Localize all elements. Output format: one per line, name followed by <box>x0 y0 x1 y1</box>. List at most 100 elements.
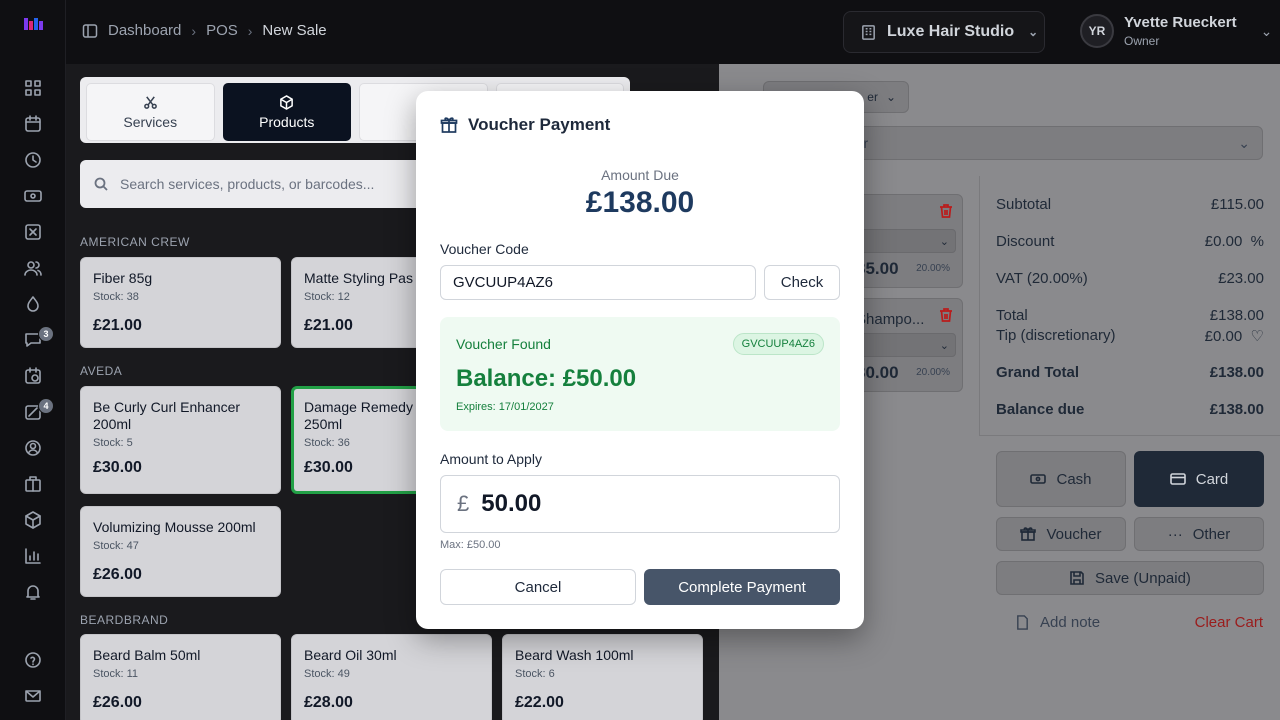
save-unpaid-button[interactable]: Save (Unpaid) <box>996 561 1264 595</box>
grand-total-value: £138.00 <box>1209 364 1264 381</box>
schedule-icon[interactable] <box>24 367 42 385</box>
account-icon[interactable] <box>24 439 42 457</box>
sidebar-toggle-icon[interactable] <box>82 23 98 39</box>
user-name: Yvette Rueckert <box>1124 14 1237 31</box>
voucher-button[interactable]: Voucher <box>996 517 1126 551</box>
dialog-title: Voucher Payment <box>440 115 610 135</box>
voucher-code-input[interactable] <box>440 265 756 300</box>
breadcrumb: Dashboard › POS › New Sale <box>82 22 327 39</box>
save-icon <box>1070 571 1084 585</box>
clear-cart-button[interactable]: Clear Cart <box>1195 614 1263 631</box>
voucher-balance: Balance: £50.00 <box>456 365 637 392</box>
staff-select[interactable]: ⌄ <box>856 333 956 357</box>
dashboard-icon[interactable] <box>24 79 42 97</box>
subtotal-value: £115.00 <box>1210 196 1264 213</box>
cart-item-name: Shampo... <box>856 311 925 328</box>
other-payment-button[interactable]: ··· Other <box>1134 517 1264 551</box>
category-heading: BEARDBRAND <box>80 613 169 627</box>
search-input[interactable]: Search services, products, or barcodes..… <box>120 176 374 192</box>
reports-icon[interactable] <box>24 547 42 565</box>
product-stock: Stock: 47 <box>93 540 139 552</box>
add-note-button[interactable]: Add note <box>1015 614 1100 631</box>
product-card[interactable]: Be Curly Curl Enhancer 200ml Stock: 5 £3… <box>80 386 281 494</box>
cash-button[interactable]: Cash <box>996 451 1126 507</box>
complete-payment-button[interactable]: Complete Payment <box>644 569 840 605</box>
other-label: Other <box>1192 525 1231 543</box>
grand-total-label: Grand Total <box>996 364 1080 381</box>
help-icon[interactable] <box>24 651 42 669</box>
discount-label: Discount <box>996 233 1055 250</box>
percent-icon[interactable]: % <box>1251 233 1264 250</box>
chevron-down-icon: ⌄ <box>1028 25 1039 39</box>
box-icon[interactable] <box>24 511 42 529</box>
cancel-button[interactable]: Cancel <box>440 569 636 605</box>
grand-total-row: Grand Total £138.00 <box>996 364 1264 381</box>
product-card[interactable]: Volumizing Mousse 200ml Stock: 47 £26.00 <box>80 506 281 597</box>
scissors-icon <box>143 95 157 109</box>
trash-icon[interactable] <box>938 203 954 219</box>
product-card[interactable]: Fiber 85g Stock: 38 £21.00 <box>80 257 281 348</box>
search-icon <box>94 177 108 191</box>
calendar-icon[interactable] <box>24 115 42 133</box>
product-name: Beard Wash 100ml <box>515 647 634 663</box>
cash-label: Cash <box>1056 470 1092 488</box>
check-voucher-button[interactable]: Check <box>764 265 840 300</box>
add-note-label: Add note <box>1040 614 1101 631</box>
studio-name: Luxe Hair Studio <box>887 23 1015 40</box>
breadcrumb-pos[interactable]: POS <box>206 22 238 39</box>
cash-icon[interactable] <box>24 187 42 205</box>
tip-row[interactable]: Tip (discretionary) £0.00 ♡ <box>996 327 1264 345</box>
product-name: Volumizing Mousse 200ml <box>93 519 256 535</box>
chevron-down-icon: ⌄ <box>1260 22 1273 39</box>
product-card[interactable]: Beard Balm 50ml Stock: 11 £26.00 <box>80 634 281 720</box>
trash-icon[interactable] <box>938 307 954 323</box>
balance-due-row: Balance due £138.00 <box>996 401 1264 418</box>
studio-selector[interactable]: Luxe Hair Studio ⌄ <box>843 11 1045 53</box>
tab-services[interactable]: Services <box>86 83 215 141</box>
clock-icon[interactable] <box>24 151 42 169</box>
product-name: Beard Balm 50ml <box>93 647 201 663</box>
more-icon: ··· <box>1167 525 1183 543</box>
briefcase-icon[interactable] <box>24 475 42 493</box>
drop-icon[interactable] <box>24 295 42 313</box>
product-stock: Stock: 11 <box>93 668 139 680</box>
mail-icon[interactable] <box>24 687 42 705</box>
product-stock: Stock: 6 <box>515 668 555 680</box>
messages-badge: 3 <box>38 326 54 342</box>
heart-icon[interactable]: ♡ <box>1251 328 1264 345</box>
card-button[interactable]: Card <box>1134 451 1264 507</box>
card-label: Card <box>1195 470 1229 488</box>
discount-row[interactable]: Discount £0.00 % <box>996 233 1264 250</box>
cart-footer: Add note Clear Cart <box>1015 614 1263 631</box>
balance-due-label: Balance due <box>996 401 1085 418</box>
user-menu[interactable]: YR Yvette Rueckert Owner ⌄ <box>1080 14 1272 48</box>
pos-icon[interactable] <box>24 223 42 241</box>
amount-to-apply-value[interactable]: 50.00 <box>481 490 541 518</box>
bell-icon[interactable] <box>24 583 42 601</box>
discount-value: £0.00 <box>1204 233 1243 250</box>
product-price: £30.00 <box>93 459 142 476</box>
tab-products[interactable]: Products <box>222 83 351 141</box>
voucher-found-label: Voucher Found <box>456 336 551 352</box>
clients-icon[interactable] <box>24 259 42 277</box>
sidebar: 3 4 <box>0 0 66 720</box>
staff-select[interactable]: ⌄ <box>856 229 956 253</box>
logo-icon[interactable] <box>24 16 44 32</box>
product-stock: Stock: 38 <box>93 291 139 303</box>
product-price: £26.00 <box>93 694 142 711</box>
voucher-code-badge: GVCUUP4AZ6 <box>732 333 824 355</box>
product-card[interactable]: Beard Oil 30ml Stock: 49 £28.00 <box>291 634 492 720</box>
product-name: Be Curly Curl Enhancer 200ml <box>93 399 241 432</box>
vat-label: VAT (20.00%) <box>996 270 1088 287</box>
tip-label: Tip (discretionary) <box>996 327 1116 344</box>
vat-value: £23.00 <box>1218 270 1264 287</box>
balance-due-value: £138.00 <box>1209 401 1264 418</box>
cart-item-vat: 20.00% <box>916 367 950 378</box>
voucher-expiry: Expires: 17/01/2027 <box>456 401 554 413</box>
product-card[interactable]: Beard Wash 100ml Stock: 6 £22.00 <box>502 634 703 720</box>
breadcrumb-dashboard[interactable]: Dashboard <box>108 22 181 39</box>
amount-to-apply-input[interactable]: £ 50.00 <box>440 475 840 533</box>
max-amount-hint: Max: £50.00 <box>440 539 501 551</box>
offers-badge: 4 <box>38 398 54 414</box>
chevron-right-icon: › <box>191 22 197 39</box>
